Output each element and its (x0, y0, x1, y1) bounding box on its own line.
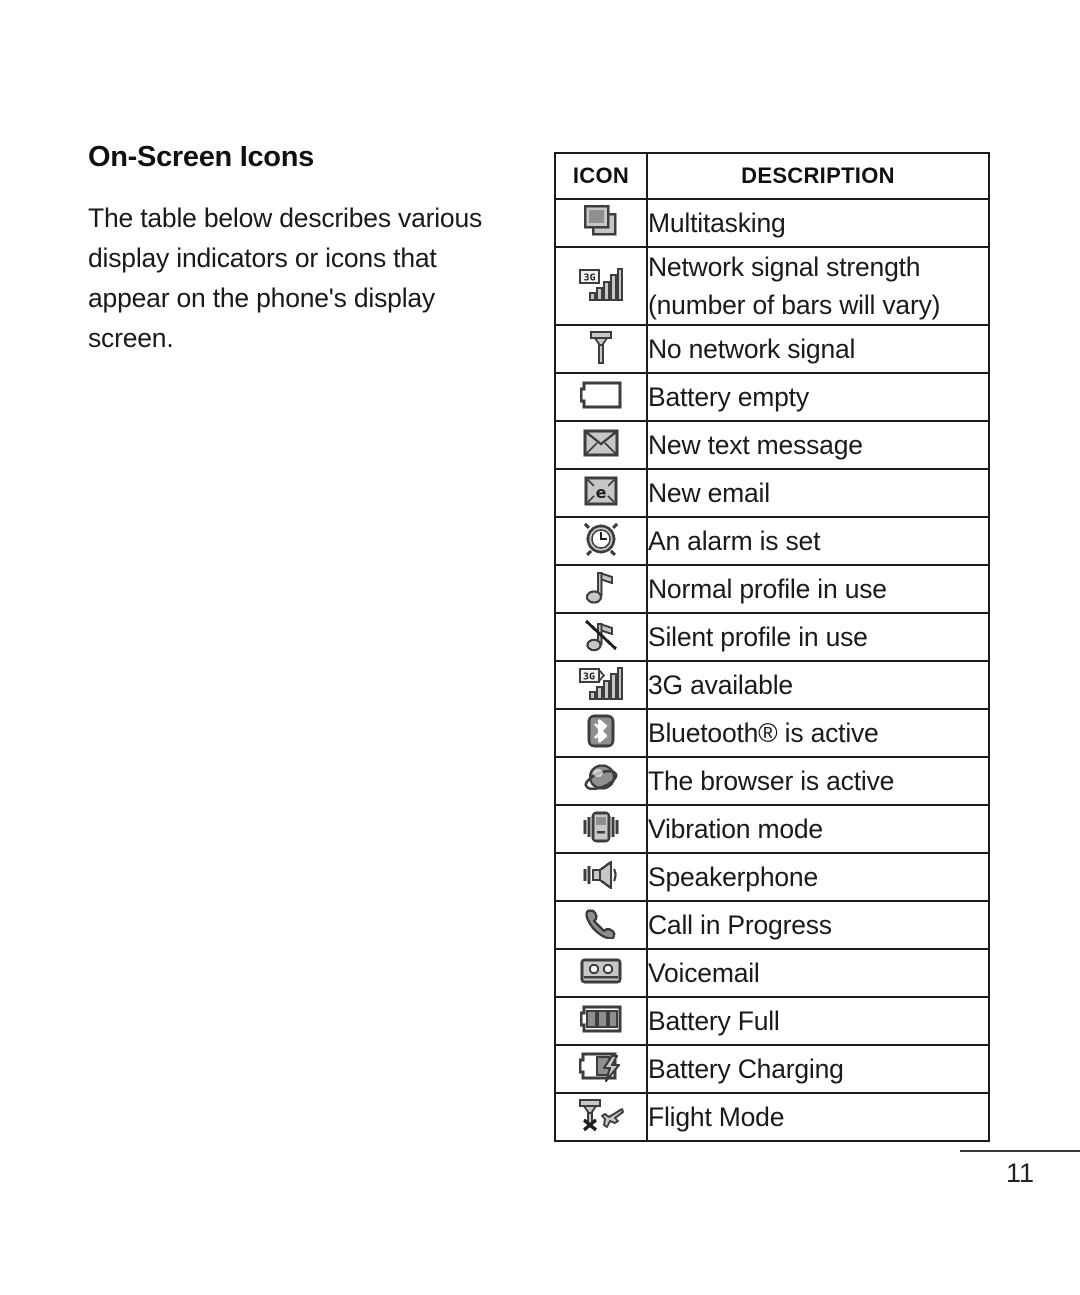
description-cell: Flight Mode (646, 1092, 990, 1142)
table-row: e New email (554, 468, 990, 518)
description-cell: The browser is active (646, 756, 990, 806)
footer-divider (960, 1150, 1080, 1152)
icon-cell: e (554, 468, 648, 518)
icon-cell (554, 564, 648, 614)
icon-cell (554, 1044, 648, 1094)
icon-cell (554, 1092, 648, 1142)
description-cell: An alarm is set (646, 516, 990, 566)
battery-empty-icon (579, 381, 622, 409)
table-row: 3G Network signal strength (number of bars… (554, 246, 990, 326)
speakerphone-icon (583, 859, 619, 891)
svg-text:e: e (596, 483, 607, 502)
icon-cell (554, 900, 648, 950)
table-row: Speakerphone (554, 852, 990, 902)
network-signal-3g-icon: 3G (578, 266, 623, 302)
battery-charging-icon (578, 1052, 623, 1082)
table-row: Call in Progress (554, 900, 990, 950)
description-cell: 3G available (646, 660, 990, 710)
description-cell: New text message (646, 420, 990, 470)
icon-cell (554, 372, 648, 422)
table-row: Battery empty (554, 372, 990, 422)
description-cell: No network signal (646, 324, 990, 374)
description-cell: Battery empty (646, 372, 990, 422)
article-text-column: On-Screen Icons The table below describe… (88, 141, 508, 358)
table-row: Flight Mode (554, 1092, 990, 1142)
table-row: Multitasking (554, 198, 990, 248)
icon-cell (554, 852, 648, 902)
table-row: Voicemail (554, 948, 990, 998)
table-row: Silent profile in use (554, 612, 990, 662)
description-cell: Battery Full (646, 996, 990, 1046)
icon-cell (554, 996, 648, 1046)
table-head: ICON DESCRIPTION (554, 152, 990, 200)
description-cell: Battery Charging (646, 1044, 990, 1094)
description-cell: Network signal strength (number of bars w… (646, 246, 990, 326)
vibration-mode-icon (583, 810, 619, 844)
icon-cell: 3G (554, 246, 648, 326)
description-cell: Call in Progress (646, 900, 990, 950)
description-cell: Normal profile in use (646, 564, 990, 614)
bluetooth-icon (587, 714, 615, 748)
table-header-row: ICON DESCRIPTION (554, 152, 990, 200)
new-email-icon: e (584, 476, 618, 506)
page-footer: 11 (960, 1150, 1080, 1189)
icon-cell (554, 516, 648, 566)
3g-available-icon: 3G (578, 665, 623, 701)
multitasking-icon (582, 204, 620, 238)
table-row: Battery Full (554, 996, 990, 1046)
new-text-message-icon (583, 429, 619, 457)
svg-text:3G: 3G (583, 272, 595, 283)
page-title: On-Screen Icons (88, 141, 314, 173)
table-row: No network signal (554, 324, 990, 374)
table-row: Normal profile in use (554, 564, 990, 614)
description-cell: New email (646, 468, 990, 518)
description-cell: Voicemail (646, 948, 990, 998)
intro-paragraph: The table below describes various displa… (88, 202, 483, 353)
icon-cell (554, 420, 648, 470)
call-in-progress-icon (584, 907, 618, 940)
description-cell: Multitasking (646, 198, 990, 248)
table-row: An alarm is set (554, 516, 990, 566)
music-note-icon (585, 570, 616, 604)
flight-mode-icon (578, 1098, 624, 1132)
description-cell: Bluetooth® is active (646, 708, 990, 758)
description-cell: Silent profile in use (646, 612, 990, 662)
music-note-muted-icon (584, 618, 618, 652)
icon-cell (554, 612, 648, 662)
alarm-clock-icon (583, 522, 619, 556)
icon-cell (554, 198, 648, 248)
table-row: 3G 3G available (554, 660, 990, 710)
voicemail-icon (580, 958, 622, 984)
table-row: Bluetooth® is active (554, 708, 990, 758)
table-body: Multitasking 3G Network signal strength (nu… (554, 198, 990, 1142)
description-cell: Speakerphone (646, 852, 990, 902)
table-row: Battery Charging (554, 1044, 990, 1094)
icon-cell (554, 948, 648, 998)
icon-cell (554, 756, 648, 806)
icon-cell (554, 804, 648, 854)
on-screen-icons-table: ICON DESCRIPTION Multitasking 3G Network s… (554, 152, 990, 1142)
no-network-signal-icon (588, 329, 614, 365)
svg-text:3G: 3G (583, 671, 595, 682)
battery-full-icon (579, 1005, 622, 1033)
description-cell: Vibration mode (646, 804, 990, 854)
table-row: The browser is active (554, 756, 990, 806)
icon-cell (554, 708, 648, 758)
table-row: New text message (554, 420, 990, 470)
table-row: Vibration mode (554, 804, 990, 854)
column-header-description: DESCRIPTION (646, 152, 990, 200)
column-header-icon: ICON (554, 152, 648, 200)
browser-globe-icon (584, 763, 618, 795)
page-number: 11 (1005, 1158, 1035, 1188)
icon-cell: 3G (554, 660, 648, 710)
icon-cell (554, 324, 648, 374)
